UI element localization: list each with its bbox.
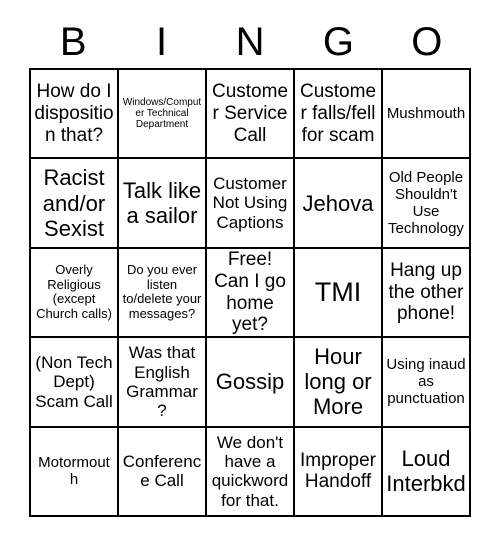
bingo-cell-label: Customer Service Call [211,81,289,146]
bingo-cell-label: Conference Call [122,451,202,491]
bingo-cell[interactable]: TMI [295,248,383,339]
bingo-cell[interactable]: Old People Shouldn't Use Technology [383,159,471,249]
bingo-cell[interactable]: Do you ever listen to/delete your messag… [119,248,207,339]
bingo-cell[interactable]: Talk like a sailor [119,159,207,249]
bingo-header-letter-n: N [235,20,265,64]
bingo-cell[interactable]: Customer Service Call [207,70,295,160]
bingo-cell[interactable]: Overly Religious (except Church calls) [31,248,119,339]
bingo-card: B I N G O How do I disposition that? Windows/… [0,0,500,544]
bingo-cell[interactable]: Mushmouth [383,70,471,160]
bingo-cell-label: Old People Shouldn't Use Technology [388,168,464,238]
bingo-cell-label: Using inaud as punctuation [386,356,466,408]
bingo-cell[interactable]: Motormouth [31,427,119,517]
bingo-grid: How do I disposition that? Windows/Comput… [29,68,471,517]
bingo-cell-label: Talk like a sailor [122,178,202,229]
bingo-cell[interactable]: Conference Call [119,427,207,517]
bingo-cell-label: Free! Can I go home yet? [214,249,286,336]
bingo-header-letter-i: I [156,20,168,64]
bingo-cell-label: TMI [314,277,362,308]
bingo-cell-label: Customer falls/fell for scam [299,81,377,146]
bingo-cell[interactable]: Improper Handoff [295,427,383,517]
bingo-cell[interactable]: Windows/Computer Technical Department [119,70,207,160]
bingo-cell-label: Customer Not Using Captions [212,174,288,232]
bingo-cell-label: Hang up the other phone! [388,260,464,325]
bingo-cell-label: Gossip [215,369,285,395]
bingo-cell-label: Overly Religious (except Church calls) [36,261,112,322]
bingo-cell-label: Windows/Computer Technical Department [122,96,202,131]
bingo-cell[interactable]: Using inaud as punctuation [383,338,471,428]
bingo-cell[interactable]: Was that English Grammar? [119,338,207,428]
bingo-header-letter-o: O [411,20,443,64]
bingo-cell[interactable]: Hour long or More [295,338,383,428]
bingo-cell[interactable]: Free! Can I go home yet? [207,248,295,339]
bingo-cell[interactable]: Customer Not Using Captions [207,159,295,249]
bingo-cell[interactable]: Racist and/or Sexist [31,159,119,249]
bingo-cell-label: Hour long or More [304,344,372,420]
bingo-cell-label: How do I disposition that? [34,81,114,146]
bingo-cell-label: Was that English Grammar? [126,343,198,421]
bingo-cell-label: We don't have a quickword for that. [211,432,289,510]
bingo-cell[interactable]: We don't have a quickword for that. [207,427,295,517]
bingo-cell-label: (Non Tech Dept) Scam Call [35,352,113,411]
bingo-cell[interactable]: Customer falls/fell for scam [295,70,383,160]
bingo-cell-label: Jehova [302,190,374,216]
bingo-cell[interactable]: Loud Interbkd [383,427,471,517]
bingo-cell-label: Racist and/or Sexist [42,165,106,241]
bingo-cell[interactable]: Hang up the other phone! [383,248,471,339]
bingo-header-letter-g: G [322,20,354,64]
bingo-cell-label: Improper Handoff [299,449,377,493]
bingo-cell[interactable]: (Non Tech Dept) Scam Call [31,338,119,428]
bingo-header-letter-b: B [59,20,87,64]
bingo-cell[interactable]: How do I disposition that? [31,70,119,160]
bingo-cell-label: Loud Interbkd [386,446,466,497]
bingo-header: BINGO [29,17,471,67]
bingo-cell[interactable]: Gossip [207,338,295,428]
bingo-cell-label: Do you ever listen to/delete your messag… [122,261,202,322]
bingo-cell-label: Motormouth [38,454,110,489]
bingo-cell[interactable]: Jehova [295,159,383,249]
bingo-cell-label: Mushmouth [386,105,466,123]
